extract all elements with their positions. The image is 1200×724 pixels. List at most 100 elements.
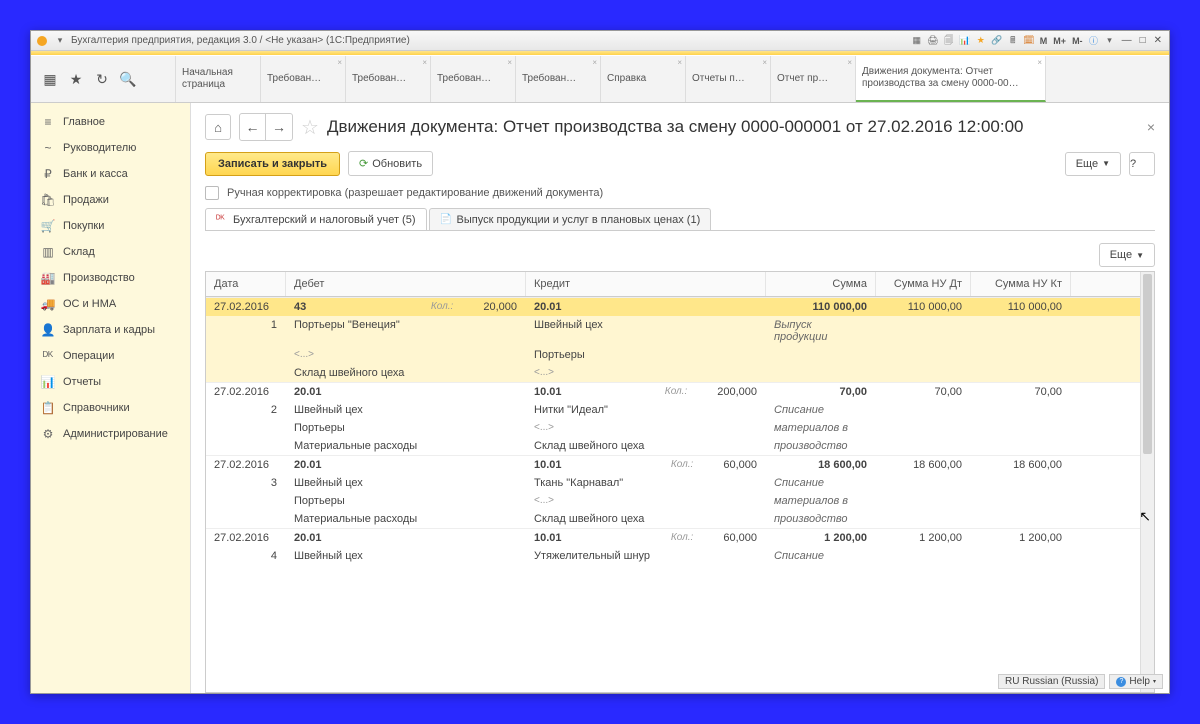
close-button[interactable]: ✕ bbox=[1151, 35, 1165, 46]
secondary-tab-label: Выпуск продукции и услуг в плановых цена… bbox=[457, 214, 701, 226]
col-sum[interactable]: Сумма bbox=[766, 272, 876, 296]
back-button[interactable]: ← bbox=[240, 114, 266, 140]
table-row[interactable]: 27.02.201620.0110.01Кол.:60,00018 600,00… bbox=[206, 455, 1154, 474]
sidebar-item[interactable]: ⚙Администрирование bbox=[31, 421, 190, 447]
table-row[interactable]: 1Портьеры "Венеция"Швейный цехВыпуск про… bbox=[206, 316, 1154, 346]
col-nudt[interactable]: Сумма НУ Дт bbox=[876, 272, 971, 296]
table-row[interactable]: Материальные расходыСклад швейного цехап… bbox=[206, 437, 1154, 455]
m-button[interactable]: M bbox=[1038, 36, 1050, 46]
refresh-button[interactable]: ⟳ Обновить bbox=[348, 151, 433, 176]
cell-nudt bbox=[876, 316, 971, 346]
top-tab[interactable]: Начальнаястраница bbox=[176, 56, 261, 102]
star-icon[interactable]: ★ bbox=[974, 34, 988, 48]
tb-icon-2[interactable]: 🖨 bbox=[926, 34, 940, 48]
save-close-button[interactable]: Записать и закрыть bbox=[205, 152, 340, 176]
calc-icon[interactable]: 🖩 bbox=[1006, 34, 1020, 48]
table-row[interactable]: 27.02.201643Кол.:20,00020.01110 000,0011… bbox=[206, 297, 1154, 316]
sidebar-item[interactable]: ₽Банк и касса bbox=[31, 161, 190, 187]
grid-body[interactable]: 27.02.201643Кол.:20,00020.01110 000,0011… bbox=[206, 297, 1154, 690]
sidebar-icon: 🛍 bbox=[41, 193, 55, 207]
table-row[interactable]: <...>Портьеры bbox=[206, 346, 1154, 364]
sidebar-item[interactable]: ▥Склад bbox=[31, 239, 190, 265]
secondary-tab[interactable]: ᴰᴷБухгалтерский и налоговый учет (5) bbox=[205, 208, 427, 231]
table-row[interactable]: 2Швейный цехНитки "Идеал"Списание bbox=[206, 401, 1154, 419]
tab-close-icon[interactable]: × bbox=[507, 58, 512, 67]
m-minus-button[interactable]: M- bbox=[1070, 36, 1085, 46]
top-tab[interactable]: Движения документа: Отчетпроизводства за… bbox=[856, 56, 1046, 102]
sidebar-item[interactable]: 🛒Покупки bbox=[31, 213, 190, 239]
cell-debit-account: 43 bbox=[294, 301, 306, 313]
tb-icon-4[interactable]: 📊 bbox=[958, 34, 972, 48]
manual-edit-checkbox[interactable] bbox=[205, 186, 219, 200]
sidebar-item[interactable]: ~Руководителю bbox=[31, 135, 190, 161]
sidebar-item[interactable]: 👤Зарплата и кадры bbox=[31, 317, 190, 343]
sidebar-item[interactable]: 📊Отчеты bbox=[31, 369, 190, 395]
help-icon: ? bbox=[1116, 677, 1126, 687]
col-debit[interactable]: Дебет bbox=[286, 272, 526, 296]
sidebar-item-label: ОС и НМА bbox=[63, 298, 116, 310]
status-help-button[interactable]: ? Help ▾ bbox=[1109, 674, 1163, 689]
top-tab[interactable]: Требован…× bbox=[431, 56, 516, 102]
table-row[interactable]: Склад швейного цеха<...> bbox=[206, 364, 1154, 382]
calendar-icon[interactable]: 🗓 bbox=[1022, 34, 1036, 48]
tb-icon-3[interactable]: 🗐 bbox=[942, 34, 956, 48]
tab-close-icon[interactable]: × bbox=[847, 58, 852, 67]
grid-more-button[interactable]: Еще ▼ bbox=[1099, 243, 1155, 267]
secondary-tab[interactable]: 📄Выпуск продукции и услуг в плановых цен… bbox=[429, 208, 712, 231]
more-button[interactable]: Еще ▼ bbox=[1065, 152, 1121, 176]
home-button[interactable]: ⌂ bbox=[205, 114, 231, 140]
info-icon[interactable]: ⓘ bbox=[1087, 34, 1101, 48]
sidebar-icon: ⚙ bbox=[41, 427, 55, 441]
language-indicator[interactable]: RU Russian (Russia) bbox=[998, 674, 1105, 689]
history-icon[interactable]: ↻ bbox=[93, 70, 111, 88]
dropdown-icon[interactable]: ▾ bbox=[53, 34, 67, 48]
tab-close-icon[interactable]: × bbox=[1037, 58, 1042, 67]
table-row[interactable]: 27.02.201620.0110.01Кол.:200,00070,0070,… bbox=[206, 382, 1154, 401]
tab-close-icon[interactable]: × bbox=[592, 58, 597, 67]
sidebar-item[interactable]: 🏭Производство bbox=[31, 265, 190, 291]
top-tab[interactable]: Требован…× bbox=[346, 56, 431, 102]
m-plus-button[interactable]: M+ bbox=[1051, 36, 1068, 46]
sidebar-item[interactable]: ≡Главное bbox=[31, 109, 190, 135]
scroll-thumb[interactable] bbox=[1143, 274, 1152, 454]
top-tab[interactable]: Отчет пр…× bbox=[771, 56, 856, 102]
cell-debit: <...> bbox=[286, 346, 526, 364]
table-row[interactable]: Портьеры<...>материалов в bbox=[206, 492, 1154, 510]
table-row[interactable]: Материальные расходыСклад швейного цехап… bbox=[206, 510, 1154, 528]
page-close-button[interactable]: × bbox=[1147, 119, 1155, 135]
table-row[interactable]: 27.02.201620.0110.01Кол.:60,0001 200,001… bbox=[206, 528, 1154, 547]
tab-close-icon[interactable]: × bbox=[677, 58, 682, 67]
top-tab[interactable]: Требован…× bbox=[261, 56, 346, 102]
tab-close-icon[interactable]: × bbox=[762, 58, 767, 67]
info-drop-icon[interactable]: ▾ bbox=[1103, 34, 1117, 48]
favorite-toggle-icon[interactable]: ☆ bbox=[301, 115, 319, 140]
sidebar-item[interactable]: ᴰᴷОперации bbox=[31, 343, 190, 369]
forward-button[interactable]: → bbox=[266, 114, 292, 140]
tb-icon-1[interactable]: ▦ bbox=[910, 34, 924, 48]
col-nukt[interactable]: Сумма НУ Кт bbox=[971, 272, 1071, 296]
maximize-button[interactable]: □ bbox=[1137, 35, 1149, 46]
scrollbar-vertical[interactable] bbox=[1140, 272, 1154, 692]
help-button[interactable]: ? bbox=[1129, 152, 1155, 176]
top-tab[interactable]: Справка× bbox=[601, 56, 686, 102]
menu-icon[interactable]: ▦ bbox=[41, 70, 59, 88]
sidebar-item[interactable]: 🚚ОС и НМА bbox=[31, 291, 190, 317]
table-row[interactable]: 4Швейный цехУтяжелительный шнурСписание bbox=[206, 547, 1154, 565]
top-tab[interactable]: Отчеты п…× bbox=[686, 56, 771, 102]
table-row[interactable]: Портьеры<...>материалов в bbox=[206, 419, 1154, 437]
cell-debit: Склад швейного цеха bbox=[286, 364, 526, 382]
minimize-button[interactable]: — bbox=[1119, 35, 1135, 46]
top-tab[interactable]: Требован…× bbox=[516, 56, 601, 102]
col-credit[interactable]: Кредит bbox=[526, 272, 766, 296]
tab-close-icon[interactable]: × bbox=[337, 58, 342, 67]
favorite-icon[interactable]: ★ bbox=[67, 70, 85, 88]
link-icon[interactable]: 🔗 bbox=[990, 34, 1004, 48]
sidebar-item[interactable]: 📋Справочники bbox=[31, 395, 190, 421]
tab-close-icon[interactable]: × bbox=[422, 58, 427, 67]
sidebar-item[interactable]: 🛍Продажи bbox=[31, 187, 190, 213]
sidebar-item-label: Банк и касса bbox=[63, 168, 128, 180]
sidebar-item-label: Склад bbox=[63, 246, 95, 258]
table-row[interactable]: 3Швейный цехТкань "Карнавал"Списание bbox=[206, 474, 1154, 492]
col-date[interactable]: Дата bbox=[206, 272, 286, 296]
search-icon[interactable]: 🔍 bbox=[119, 70, 137, 88]
